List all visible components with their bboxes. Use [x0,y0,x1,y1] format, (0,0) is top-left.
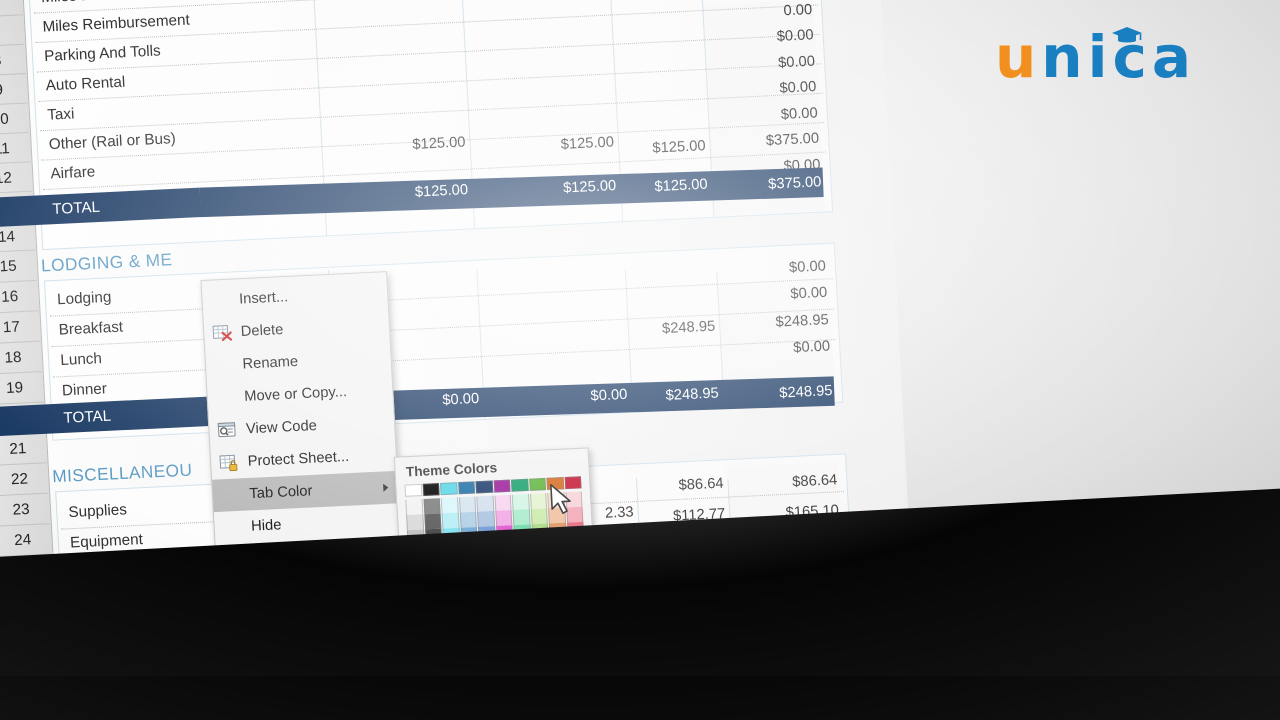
menu-item-label: Tab Color [249,483,313,503]
theme-color-swatch-0[interactable] [404,483,422,497]
row-header-17[interactable]: 17 [0,311,41,345]
theme-color-variant-0-6[interactable] [511,493,530,510]
row-header-18[interactable]: 18 [0,341,42,375]
theme-color-variant-0-3[interactable] [458,496,477,513]
row-header-23[interactable]: 23 [0,493,50,527]
row-label-breakfast: Breakfast [58,318,124,339]
cell-label-lodging-total: TOTAL [63,407,112,427]
row-label-airfare: Airfare [50,163,96,183]
theme-color-variant-0-7[interactable] [529,493,548,510]
row-header-19[interactable]: 19 [0,372,44,406]
row-header-15[interactable]: 15 [0,250,37,284]
theme-color-swatch-1[interactable] [422,483,440,497]
menu-item-label: Delete [240,321,284,341]
row-header-8[interactable]: 8 [0,44,26,77]
row-header-22[interactable]: 22 [0,463,49,497]
theme-color-swatch-2[interactable] [439,482,458,496]
delete-sheet-icon [212,323,233,342]
row-header-21[interactable]: 21 [0,432,47,466]
protect-sheet-icon [219,453,240,472]
row-header-24[interactable]: 24 [0,524,52,558]
menu-item-label: Move or Copy... [243,383,348,405]
theme-color-swatch-7[interactable] [528,477,547,491]
theme-color-variant-0-1[interactable] [423,498,441,515]
row-header-16[interactable]: 16 [0,280,39,314]
theme-color-variant-1-1[interactable] [423,513,442,530]
section-title-miscellaneous: MISCELLANEOU [51,460,193,487]
mouse-cursor [550,483,578,524]
theme-color-variant-0-4[interactable] [476,495,494,512]
unica-logo: unica [995,25,1196,86]
theme-color-variant-1-6[interactable] [512,509,531,526]
theme-color-swatch-4[interactable] [475,480,493,494]
theme-color-swatch-3[interactable] [457,481,476,495]
menu-item-label: Insert... [238,289,289,308]
theme-color-variant-1-5[interactable] [494,510,513,527]
graduation-cap-icon [1111,25,1143,52]
row-header-10[interactable]: 10 [0,103,29,136]
row-label-taxi: Taxi [46,105,75,124]
theme-color-swatch-5[interactable] [493,479,511,493]
submenu-chevron-right-icon [383,483,389,492]
logo-text-u: u [995,23,1042,91]
theme-color-variant-0-0[interactable] [405,499,423,516]
theme-color-variant-1-2[interactable] [441,512,460,529]
theme-color-variant-1-4[interactable] [477,510,495,527]
section-title-lodging-meals: LODGING & ME [40,249,173,276]
view-code-icon [217,421,238,440]
menu-item-label: Hide [250,517,282,535]
theme-color-swatch-6[interactable] [510,478,529,492]
desk-shadow [0,676,1280,720]
row-header-7[interactable]: 7 [0,15,25,48]
menu-item-label: Protect Sheet... [247,448,350,470]
row-label-dinner: Dinner [61,380,108,400]
menu-item-label: Rename [242,353,299,373]
theme-color-variant-1-0[interactable] [406,514,424,531]
menu-item-label: View Code [245,417,318,438]
theme-color-variant-1-7[interactable] [530,508,548,525]
row-label-equipment: Equipment [69,530,144,552]
row-header-11[interactable]: 11 [0,132,31,165]
row-label-supplies: Supplies [68,501,128,522]
row-label-lunch: Lunch [59,349,103,370]
theme-color-variant-0-5[interactable] [494,494,512,511]
row-header-12[interactable]: 12 [0,162,33,195]
theme-color-variant-1-3[interactable] [459,511,477,528]
cell-label-transportation-total: TOTAL [51,198,101,219]
row-header-9[interactable]: 9 [0,74,28,107]
row-label-lodging: Lodging [56,288,112,309]
theme-color-variant-0-2[interactable] [440,497,459,514]
screen-capture: 6 7 8 9 10 11 12 13 14 15 16 17 18 19 20… [0,0,1280,720]
